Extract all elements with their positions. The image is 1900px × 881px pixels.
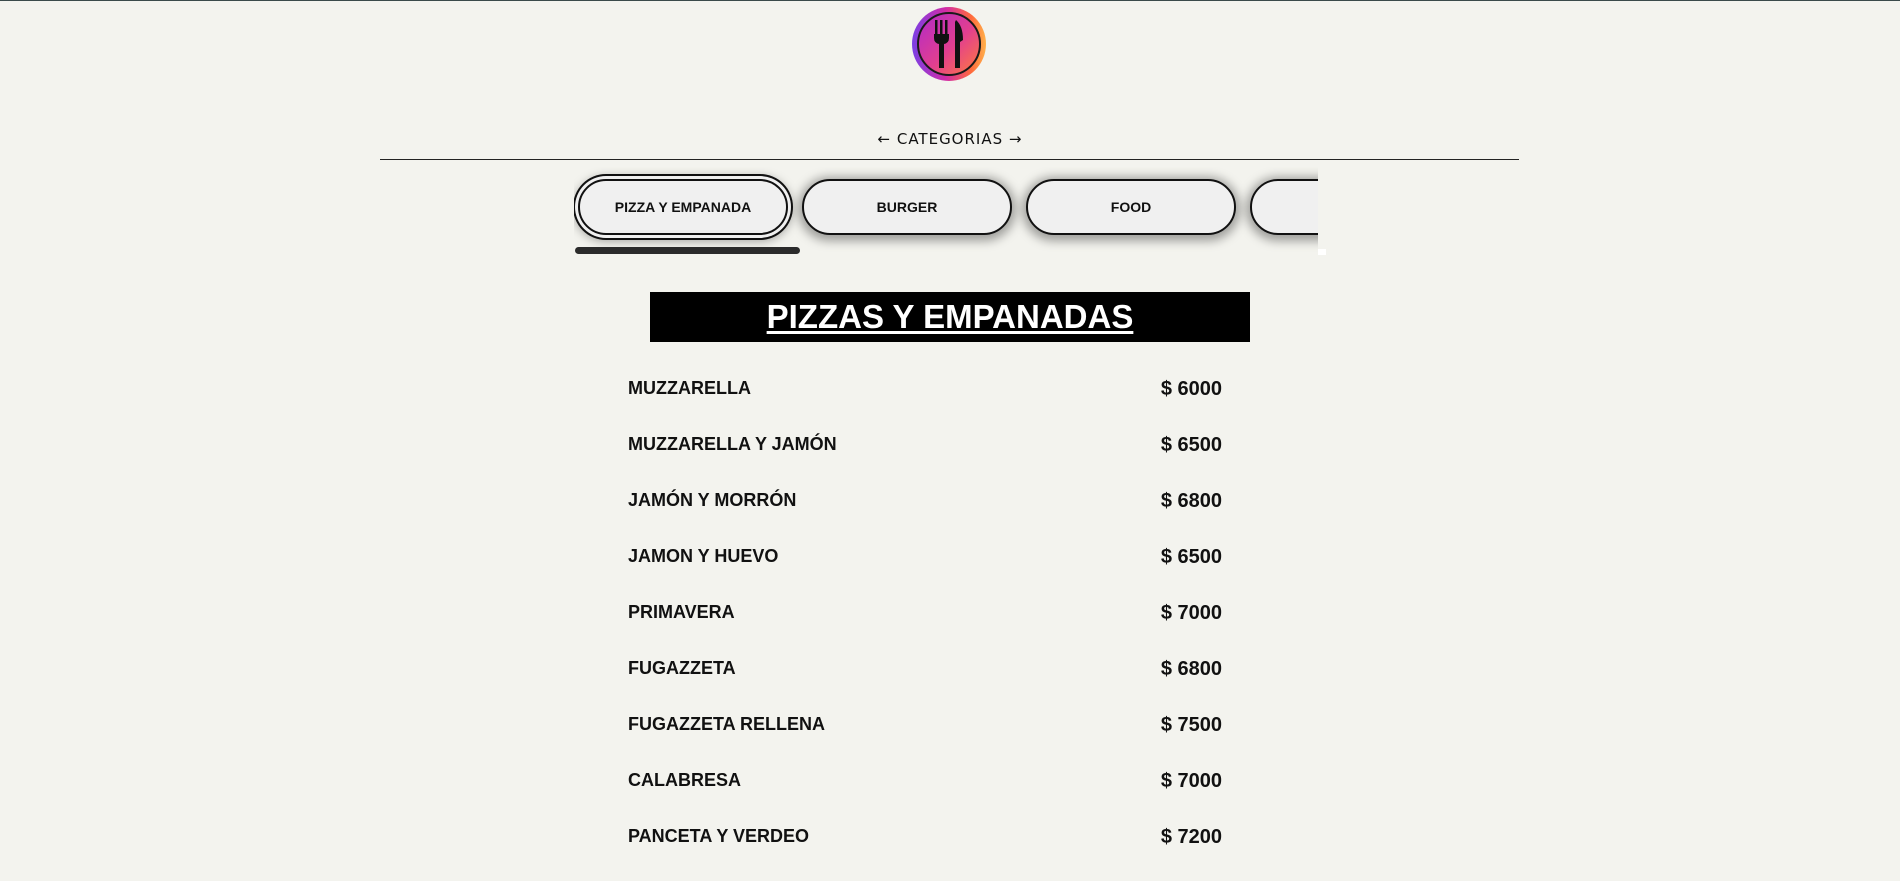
menu-item: PRIMAVERA $ 7000 [628, 590, 1222, 646]
item-name: JAMÓN Y MORRÓN [628, 490, 797, 510]
item-name: CALABRESA [628, 770, 742, 790]
fork-knife-icon [934, 20, 963, 68]
item-name: PRIMAVERA [628, 602, 735, 622]
item-price: $ 7000 [1160, 602, 1222, 624]
category-tabs-track: PIZZA Y EMPANADA BURGER FOOD [574, 167, 1318, 235]
item-price: $ 6800 [1160, 490, 1222, 512]
tabs-scrollbar-thumb[interactable] [575, 247, 800, 254]
menu-item: JAMON Y HUEVO $ 6500 [628, 534, 1222, 590]
logo-badge [917, 12, 981, 76]
tabs-scrollbar-corner [1318, 249, 1326, 255]
menu-item: FUGAZZETA RELLENA $ 7500 [628, 702, 1222, 758]
tab-next-partial[interactable] [1250, 179, 1318, 235]
menu-item: MUZZARELLA $ 6000 [628, 366, 1222, 422]
item-name: FUGAZZETA [628, 658, 736, 678]
menu-item: CALABRESA $ 7000 [628, 758, 1222, 814]
page: ← CATEGORIAS → PIZZA Y EMPANADA BURGER F… [0, 0, 1900, 881]
item-name: MUZZARELLA [628, 378, 751, 398]
item-name: FUGAZZETA RELLENA [628, 714, 825, 734]
menu-item: PANCETA Y VERDEO $ 7200 [628, 814, 1222, 870]
item-price: $ 7500 [1160, 714, 1222, 736]
item-price: $ 6500 [1160, 546, 1222, 568]
category-tabs[interactable]: PIZZA Y EMPANADA BURGER FOOD [574, 167, 1318, 255]
restaurant-logo[interactable] [912, 7, 986, 81]
section-title: PIZZAS Y EMPANADAS [650, 292, 1250, 342]
menu-item: FUGAZZETA $ 6800 [628, 646, 1222, 702]
menu-item: JAMÓN Y MORRÓN $ 6800 [628, 478, 1222, 534]
categories-label: ← CATEGORIAS → [877, 130, 1023, 148]
item-price: $ 6500 [1160, 434, 1222, 456]
item-price: $ 6000 [1160, 378, 1222, 400]
item-name: MUZZARELLA Y JAMÓN [628, 434, 837, 454]
item-price: $ 7200 [1160, 826, 1222, 848]
menu-list: MUZZARELLA $ 6000 MUZZARELLA Y JAMÓN $ 6… [628, 366, 1222, 870]
header-divider [380, 159, 1519, 160]
tab-pizza-y-empanada[interactable]: PIZZA Y EMPANADA [578, 179, 788, 235]
item-price: $ 7000 [1160, 770, 1222, 792]
tab-food[interactable]: FOOD [1026, 179, 1236, 235]
item-name: PANCETA Y VERDEO [628, 826, 810, 846]
tab-burger[interactable]: BURGER [802, 179, 1012, 235]
menu-item: MUZZARELLA Y JAMÓN $ 6500 [628, 422, 1222, 478]
item-price: $ 6800 [1160, 658, 1222, 680]
item-name: JAMON Y HUEVO [628, 546, 779, 566]
